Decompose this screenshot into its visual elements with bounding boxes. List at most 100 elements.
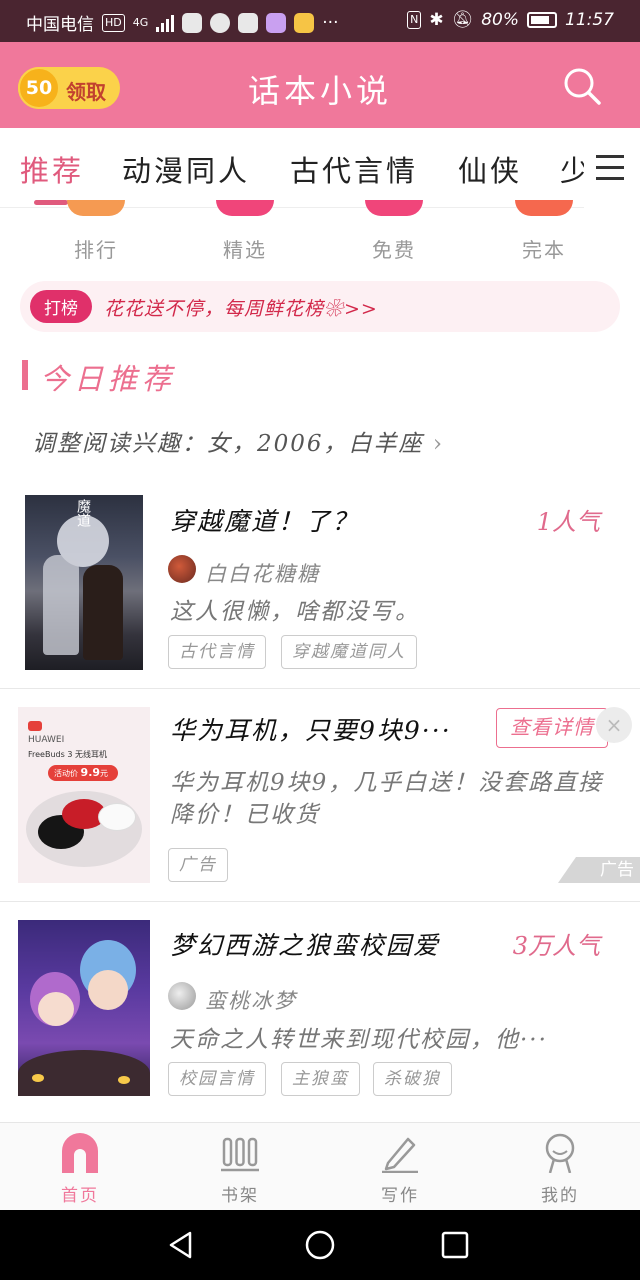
price-label: 活动价 — [54, 769, 78, 778]
popularity-count: 3万人气 — [512, 932, 600, 960]
book-tag[interactable]: 古代言情 — [168, 635, 266, 669]
chevron-right-icon: › — [432, 431, 445, 457]
mute-icon: 🔕︎ — [451, 10, 474, 30]
adjust-interest-link[interactable]: 调整阅读兴趣：女，2006，白羊座 › — [32, 424, 444, 458]
signal-icon — [156, 14, 175, 32]
book-card[interactable]: 梦幻西游之狼蛮校园爱 3万人气 蛮桃冰梦 天命之人转世来到现代校园，他··· 校… — [0, 902, 640, 1114]
nav-label: 书架 — [221, 1186, 259, 1206]
flower-ranking-banner[interactable]: 打榜 花花送不停，每周鲜花榜❀>> — [20, 281, 620, 332]
book-tag[interactable]: 穿越魔道同人 — [281, 635, 417, 669]
tab-xianxia[interactable]: 仙侠 — [458, 148, 522, 190]
network-type: 4G — [132, 16, 149, 29]
book-description: 这人很懒，啥都没写。 — [170, 599, 420, 625]
earbuds-case — [98, 803, 136, 831]
author-avatar — [168, 555, 196, 583]
ad-image-brand: HUAWEI — [28, 735, 65, 745]
book-tag[interactable]: 杀破狼 — [373, 1062, 452, 1096]
cover-boat — [18, 1050, 150, 1096]
author-name: 蛮桃冰梦 — [205, 989, 297, 1013]
book-title: 穿越魔道！了？ — [170, 507, 360, 536]
book-cover[interactable] — [18, 920, 150, 1096]
menu-icon[interactable] — [584, 128, 640, 208]
section-marker — [22, 360, 28, 390]
ad-description: 华为耳机9块9，几乎白送！没套路直接 降价！已收货 — [170, 767, 603, 831]
cover-figure — [38, 992, 74, 1026]
bluetooth-icon: ✱ — [429, 10, 444, 30]
ad-title: 华为耳机，只要9块9··· — [170, 716, 452, 745]
section-title: 今日推荐 — [40, 362, 177, 396]
tab-ancient-romance[interactable]: 古代言情 — [290, 148, 418, 190]
nav-home[interactable]: 首页 — [0, 1123, 160, 1211]
nav-label: 写作 — [381, 1186, 419, 1206]
carrier-name: 中国电信 — [26, 15, 94, 35]
completed-icon[interactable] — [515, 200, 573, 216]
book-description: 天命之人转世来到现代校园，他··· — [170, 1027, 548, 1053]
book-title: 梦幻西游之狼蛮校园爱 — [170, 931, 441, 960]
book-tag[interactable]: 主狼蛮 — [281, 1062, 360, 1096]
search-icon[interactable] — [562, 66, 602, 106]
book-card[interactable]: 魔道 穿越魔道！了？ 1人气 白白花糖糖 这人很懒，啥都没写。 古代言情 穿越魔… — [0, 480, 640, 688]
author-name: 白白花糖糖 — [205, 562, 320, 586]
battery-percent: 80% — [481, 10, 519, 30]
view-details-button[interactable]: 查看详情 — [496, 708, 608, 748]
ad-image[interactable]: HUAWEI FreeBuds 3 无线耳机 活动价 9.9元 — [18, 707, 150, 883]
cover-figure — [88, 970, 128, 1010]
category-featured[interactable]: 精选 — [195, 234, 295, 263]
bottom-navigation: 首页 书架 写作 我的 — [0, 1122, 640, 1210]
tab-recommend[interactable]: 推荐 — [20, 148, 84, 190]
app-notification-icon — [182, 12, 203, 33]
nav-label: 我的 — [541, 1186, 579, 1206]
book-cover[interactable]: 魔道 — [25, 495, 143, 670]
status-bar: 中国电信 HD 4G ··· N ✱ 🔕︎ 80% 11:57 — [0, 0, 640, 42]
app-title: 话本小说 — [247, 72, 392, 110]
home-icon — [62, 1133, 98, 1173]
home-circle-icon[interactable] — [304, 1229, 336, 1261]
ad-image-product: FreeBuds 3 无线耳机 — [28, 750, 107, 759]
price-tag: 活动价 9.9元 — [48, 765, 118, 781]
book-tag[interactable]: 校园言情 — [168, 1062, 266, 1096]
recent-apps-icon[interactable] — [440, 1230, 470, 1260]
hd-badge: HD — [102, 13, 125, 32]
interest-text: 调整阅读兴趣：女，2006，白羊座 — [32, 431, 424, 457]
back-icon[interactable] — [166, 1230, 196, 1260]
wechat-icon — [210, 12, 231, 33]
pencil-icon — [382, 1137, 418, 1173]
app-notification-icon — [294, 12, 315, 33]
cover-figure — [43, 555, 79, 655]
author-avatar — [168, 982, 196, 1010]
nav-profile[interactable]: 我的 — [480, 1123, 640, 1211]
more-notifications: ··· — [322, 12, 339, 33]
banner-text: 花花送不停，每周鲜花榜❀>> — [104, 298, 378, 320]
category-tabs: 推荐 动漫同人 古代言情 仙侠 少 — [0, 128, 640, 208]
nav-label: 首页 — [61, 1186, 99, 1206]
system-navigation-bar — [0, 1210, 640, 1280]
category-ranking[interactable]: 排行 — [46, 234, 146, 263]
ranking-badge: 打榜 — [30, 290, 92, 323]
free-icon[interactable] — [365, 200, 423, 216]
active-tab-indicator — [34, 200, 68, 205]
app-notification-icon — [266, 12, 287, 33]
nfc-icon: N — [407, 11, 422, 29]
nav-write[interactable]: 写作 — [320, 1123, 480, 1211]
cover-title: 魔道 — [75, 499, 91, 527]
ranking-icon[interactable] — [67, 200, 125, 216]
cover-figure — [83, 565, 123, 660]
category-free[interactable]: 免费 — [344, 234, 444, 263]
lantern — [118, 1076, 130, 1084]
ad-desc-line: 降价！已收货 — [170, 802, 320, 828]
tab-anime-fanfic[interactable]: 动漫同人 — [122, 148, 250, 190]
ad-tag: 广告 — [168, 848, 228, 882]
app-header: 50 领取 话本小说 — [0, 42, 640, 128]
price-value: 9.9 — [80, 766, 101, 779]
featured-icon[interactable] — [216, 200, 274, 216]
popularity-count: 1人气 — [536, 508, 600, 536]
bookshelf-icon — [221, 1137, 259, 1172]
ad-mark-text: 广告 — [600, 860, 634, 880]
close-icon[interactable]: × — [596, 707, 632, 743]
huawei-logo — [28, 721, 42, 731]
battery-icon — [527, 12, 557, 28]
price-unit: 元 — [100, 769, 109, 778]
ad-desc-line: 华为耳机9块9，几乎白送！没套路直接 — [170, 770, 604, 796]
nav-bookshelf[interactable]: 书架 — [160, 1123, 320, 1211]
category-completed[interactable]: 完本 — [494, 234, 594, 263]
